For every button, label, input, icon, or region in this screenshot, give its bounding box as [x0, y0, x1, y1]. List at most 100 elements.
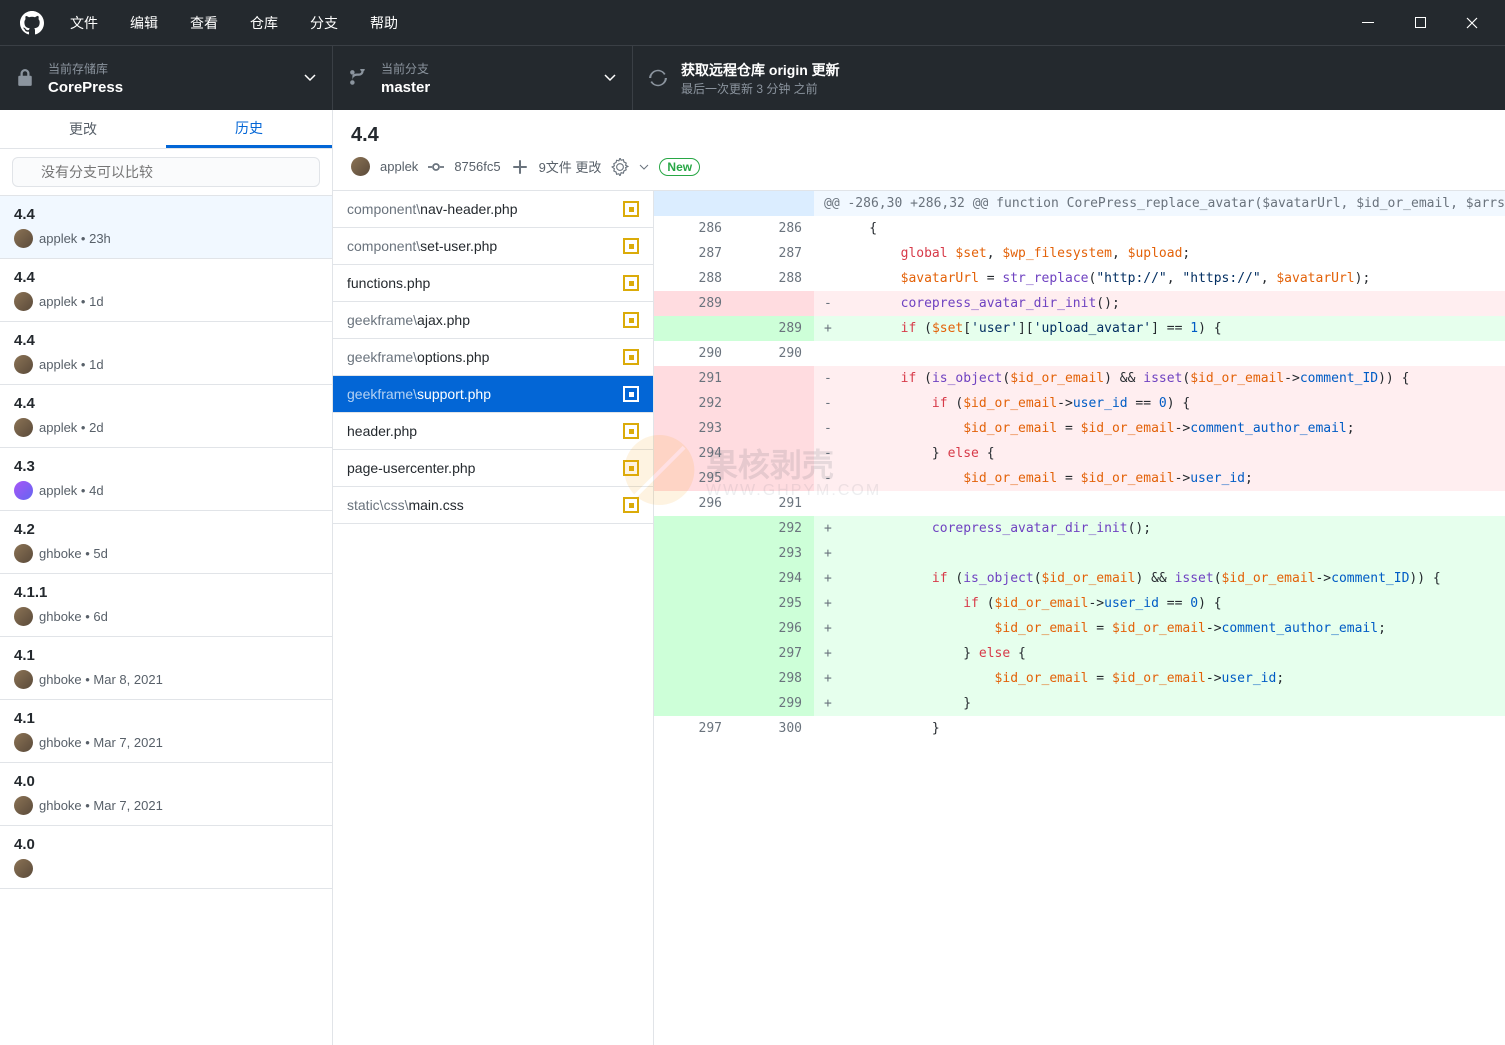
- tab-history[interactable]: 历史: [166, 110, 332, 148]
- file-path: functions.php: [347, 275, 623, 291]
- file-path: geekframe\ajax.php: [347, 312, 623, 328]
- commit-item-meta: ghboke • 6d: [39, 609, 108, 624]
- commit-item-title: 4.1: [14, 710, 318, 727]
- menu-item[interactable]: 仓库: [236, 7, 292, 39]
- file-item[interactable]: functions.php: [333, 265, 653, 302]
- commit-item[interactable]: 4.1.1 ghboke • 6d: [0, 574, 332, 637]
- commit-item-title: 4.1: [14, 647, 318, 664]
- maximize-button[interactable]: [1395, 3, 1445, 43]
- branch-compare: [0, 149, 332, 196]
- menu-item[interactable]: 编辑: [116, 7, 172, 39]
- commit-item[interactable]: 4.2 ghboke • 5d: [0, 511, 332, 574]
- commit-item-meta: ghboke • Mar 7, 2021: [39, 735, 163, 750]
- fetch-sub: 最后一次更新 3 分钟 之前: [681, 80, 1489, 97]
- diff-line: 290290: [654, 341, 1505, 366]
- repo-value: CorePress: [48, 79, 304, 96]
- avatar: [14, 292, 33, 311]
- diff-icon: [511, 158, 529, 176]
- file-item[interactable]: geekframe\ajax.php: [333, 302, 653, 339]
- commit-item-title: 4.0: [14, 836, 318, 853]
- fetch-button[interactable]: 获取远程仓库 origin 更新 最后一次更新 3 分钟 之前: [633, 46, 1505, 110]
- file-list[interactable]: component\nav-header.php component\set-u…: [333, 191, 654, 1045]
- sidebar-tabs: 更改 历史: [0, 110, 332, 149]
- diff-line: 297300 }: [654, 716, 1505, 741]
- chevron-down-icon: [304, 74, 316, 82]
- chevron-down-icon: [604, 74, 616, 82]
- modified-icon: [623, 460, 639, 476]
- commit-item-title: 4.4: [14, 332, 318, 349]
- commit-item-title: 4.1.1: [14, 584, 318, 601]
- commit-item-title: 4.4: [14, 206, 318, 223]
- titlebar: 文件编辑查看仓库分支帮助: [0, 0, 1505, 45]
- diff-line: 299+ }: [654, 691, 1505, 716]
- file-path: static\css\main.css: [347, 497, 623, 513]
- modified-icon: [623, 312, 639, 328]
- file-item[interactable]: static\css\main.css: [333, 487, 653, 524]
- diff-line: 292- if ($id_or_email->user_id == 0) {: [654, 391, 1505, 416]
- avatar: [14, 481, 33, 500]
- avatar: [14, 733, 33, 752]
- commit-item-title: 4.4: [14, 269, 318, 286]
- diff-line: 298+ $id_or_email = $id_or_email->user_i…: [654, 666, 1505, 691]
- modified-icon: [623, 349, 639, 365]
- file-item[interactable]: component\nav-header.php: [333, 191, 653, 228]
- diff-line: 295+ if ($id_or_email->user_id == 0) {: [654, 591, 1505, 616]
- diff-line: 296+ $id_or_email = $id_or_email->commen…: [654, 616, 1505, 641]
- file-item[interactable]: component\set-user.php: [333, 228, 653, 265]
- commit-item[interactable]: 4.0: [0, 826, 332, 889]
- commit-item[interactable]: 4.4 applek • 1d: [0, 322, 332, 385]
- commit-item[interactable]: 4.1 ghboke • Mar 8, 2021: [0, 637, 332, 700]
- menu-item[interactable]: 分支: [296, 7, 352, 39]
- branch-label: 当前分支: [381, 60, 604, 77]
- avatar: [14, 796, 33, 815]
- tab-changes[interactable]: 更改: [0, 110, 166, 148]
- avatar: [14, 607, 33, 626]
- commit-item[interactable]: 4.4 applek • 1d: [0, 259, 332, 322]
- avatar: [14, 670, 33, 689]
- commit-header: 4.4 applek 8756fc5 9文件 更改 New: [333, 110, 1505, 190]
- commit-item[interactable]: 4.1 ghboke • Mar 7, 2021: [0, 700, 332, 763]
- avatar: [351, 157, 370, 176]
- minimize-button[interactable]: [1343, 3, 1393, 43]
- commit-item-title: 4.2: [14, 521, 318, 538]
- lock-icon: [16, 69, 34, 87]
- file-path: geekframe\options.php: [347, 349, 623, 365]
- file-item[interactable]: header.php: [333, 413, 653, 450]
- diff-line: 288288 $avatarUrl = str_replace("http://…: [654, 266, 1505, 291]
- window-controls: [1343, 3, 1497, 43]
- diff-line: 293+: [654, 541, 1505, 566]
- commit-item[interactable]: 4.4 applek • 23h: [0, 196, 332, 259]
- commit-item-meta: ghboke • Mar 7, 2021: [39, 798, 163, 813]
- menu-item[interactable]: 查看: [176, 7, 232, 39]
- gear-icon[interactable]: [611, 158, 629, 176]
- diff-view[interactable]: @@ -286,30 +286,32 @@ function CorePress…: [654, 191, 1505, 1045]
- diff-line: 286286 {: [654, 216, 1505, 241]
- avatar: [14, 544, 33, 563]
- commit-item-title: 4.4: [14, 395, 318, 412]
- compare-input[interactable]: [12, 157, 320, 187]
- commit-title: 4.4: [351, 124, 1487, 147]
- commit-item-meta: applek • 2d: [39, 420, 104, 435]
- file-item[interactable]: geekframe\support.php: [333, 376, 653, 413]
- file-item[interactable]: geekframe\options.php: [333, 339, 653, 376]
- commit-item[interactable]: 4.3 applek • 4d: [0, 448, 332, 511]
- commit-item-meta: applek • 23h: [39, 231, 111, 246]
- commit-item-meta: applek • 1d: [39, 294, 104, 309]
- file-item[interactable]: page-usercenter.php: [333, 450, 653, 487]
- files-changed: 9文件 更改: [539, 157, 602, 176]
- history-list[interactable]: 4.4 applek • 23h4.4 applek • 1d4.4 apple…: [0, 196, 332, 1045]
- commit-item-meta: applek • 1d: [39, 357, 104, 372]
- menu-item[interactable]: 帮助: [356, 7, 412, 39]
- repo-selector[interactable]: 当前存储库 CorePress: [0, 46, 333, 110]
- branch-icon: [349, 69, 367, 87]
- repo-label: 当前存储库: [48, 60, 304, 77]
- commit-item-meta: ghboke • Mar 8, 2021: [39, 672, 163, 687]
- close-button[interactable]: [1447, 3, 1497, 43]
- commit-item[interactable]: 4.0 ghboke • Mar 7, 2021: [0, 763, 332, 826]
- commit-item[interactable]: 4.4 applek • 2d: [0, 385, 332, 448]
- menu-item[interactable]: 文件: [56, 7, 112, 39]
- branch-selector[interactable]: 当前分支 master: [333, 46, 633, 110]
- diff-line: 293- $id_or_email = $id_or_email->commen…: [654, 416, 1505, 441]
- chevron-down-icon[interactable]: [639, 164, 649, 170]
- diff-line: 294+ if (is_object($id_or_email) && isse…: [654, 566, 1505, 591]
